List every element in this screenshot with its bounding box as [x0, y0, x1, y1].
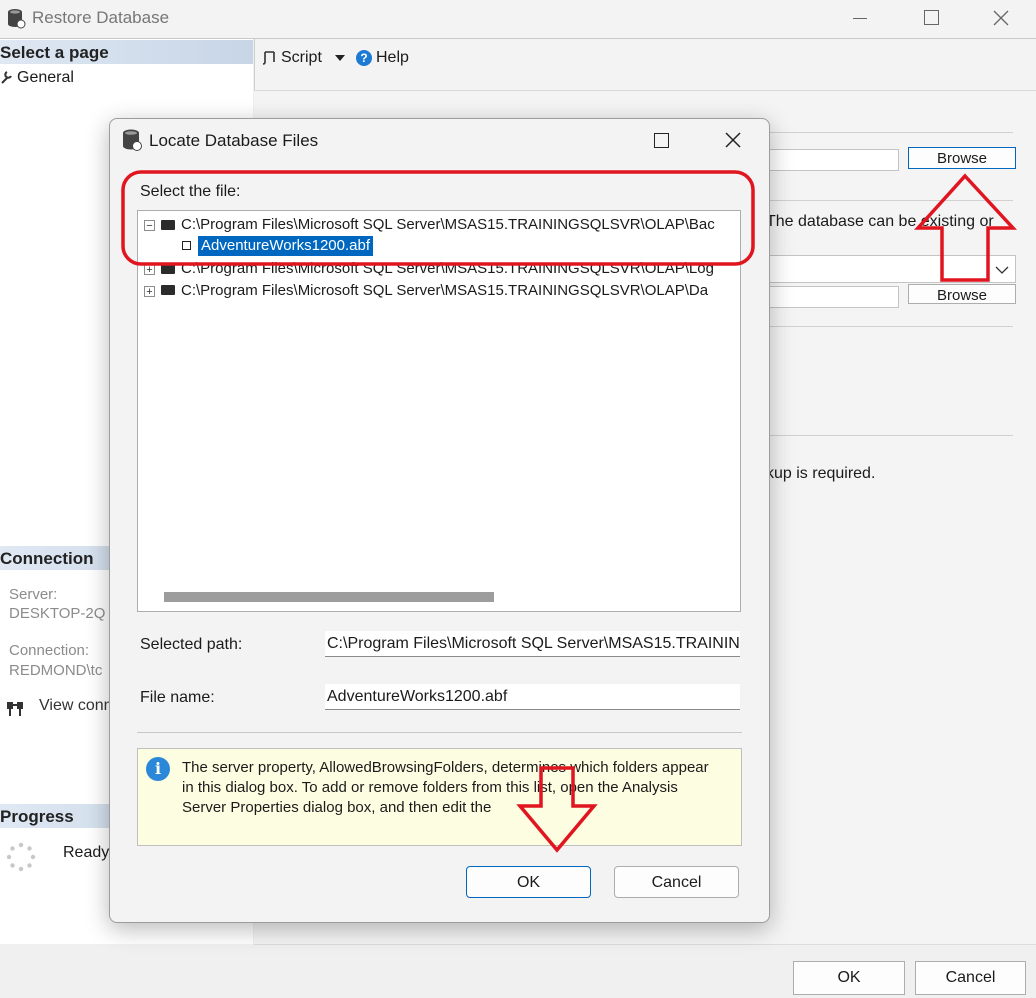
connection-value: REDMOND\tc — [9, 662, 103, 679]
chevron-down-icon — [995, 266, 1009, 274]
info-text: The server property, AllowedBrowsingFold… — [182, 759, 709, 816]
selected-path-value: C:\Program Files\Microsoft SQL Server\MS… — [327, 635, 740, 652]
file-name-label: File name: — [140, 689, 215, 706]
help-icon: ? — [356, 50, 372, 66]
connection-properties-icon — [7, 702, 23, 716]
maximize-icon — [924, 10, 939, 25]
database-icon — [123, 129, 142, 151]
outer-ok-button[interactable]: OK — [793, 961, 905, 995]
close-icon — [993, 10, 1009, 26]
expand-toggle[interactable]: + — [144, 286, 155, 298]
horizontal-scrollbar[interactable] — [164, 592, 494, 602]
browse-button-2[interactable]: Browse — [908, 284, 1016, 304]
divider — [768, 132, 1013, 133]
dialog-ok-button[interactable]: OK — [466, 866, 591, 898]
maximize-icon — [654, 133, 669, 148]
select-page-heading: Select a page — [0, 40, 253, 64]
divider — [137, 732, 742, 733]
tree-node-log-folder[interactable]: C:\Program Files\Microsoft SQL Server\MS… — [181, 260, 739, 277]
destination-dropdown[interactable] — [768, 255, 1016, 283]
database-note: The database can be existing or — [766, 213, 994, 230]
info-icon: i — [146, 757, 170, 781]
connection-label: Connection: — [9, 642, 90, 659]
close-button[interactable] — [986, 4, 1016, 32]
script-button[interactable]: Script — [281, 49, 322, 67]
database-icon — [8, 9, 26, 29]
script-icon — [262, 51, 275, 65]
minimize-button[interactable] — [846, 5, 876, 31]
wrench-icon — [1, 71, 12, 84]
divider — [768, 435, 1013, 436]
collapse-toggle[interactable]: − — [144, 220, 155, 232]
help-button[interactable]: Help — [376, 49, 409, 67]
expand-toggle[interactable]: + — [144, 264, 155, 276]
source-file-field[interactable] — [768, 149, 899, 171]
dialog-maximize-button[interactable] — [652, 131, 670, 149]
tree-node-backup-folder[interactable]: C:\Program Files\Microsoft SQL Server\MS… — [181, 216, 739, 233]
sidebar-item-general[interactable]: General — [17, 69, 74, 87]
folder-icon — [161, 285, 175, 295]
browse-button-1[interactable]: Browse — [908, 147, 1016, 169]
backup-note: kup is required. — [766, 465, 876, 482]
maximize-button[interactable] — [918, 5, 944, 31]
progress-status: Ready — [63, 844, 110, 861]
file-name-field[interactable]: AdventureWorks1200.abf — [325, 684, 740, 710]
selected-path-field[interactable]: C:\Program Files\Microsoft SQL Server\MS… — [325, 631, 740, 657]
minimize-icon — [853, 18, 867, 19]
chevron-down-icon[interactable] — [334, 54, 346, 62]
close-icon — [725, 132, 741, 148]
folder-icon — [161, 264, 175, 274]
window-title: Restore Database — [32, 8, 170, 27]
dialog-title: Locate Database Files — [149, 131, 319, 150]
file-name-value: AdventureWorks1200.abf — [327, 688, 508, 705]
spinner-icon — [6, 842, 36, 872]
selected-path-label: Selected path: — [140, 636, 243, 653]
select-file-label: Select the file: — [140, 183, 241, 200]
server-value: DESKTOP-2Q — [9, 605, 106, 622]
divider — [768, 326, 1013, 327]
folder-icon — [161, 220, 175, 230]
view-connection-link[interactable]: View conn — [39, 697, 113, 715]
server-label: Server: — [9, 586, 58, 603]
divider — [768, 200, 1013, 201]
tree-node-selected-file[interactable]: AdventureWorks1200.abf — [198, 236, 373, 256]
file-icon — [182, 241, 191, 250]
dialog-cancel-button[interactable]: Cancel — [614, 866, 739, 898]
storage-location-field[interactable] — [768, 286, 899, 308]
dialog-close-button[interactable] — [722, 129, 744, 151]
tree-node-data-folder[interactable]: C:\Program Files\Microsoft SQL Server\MS… — [181, 282, 739, 299]
outer-cancel-button[interactable]: Cancel — [915, 961, 1026, 995]
